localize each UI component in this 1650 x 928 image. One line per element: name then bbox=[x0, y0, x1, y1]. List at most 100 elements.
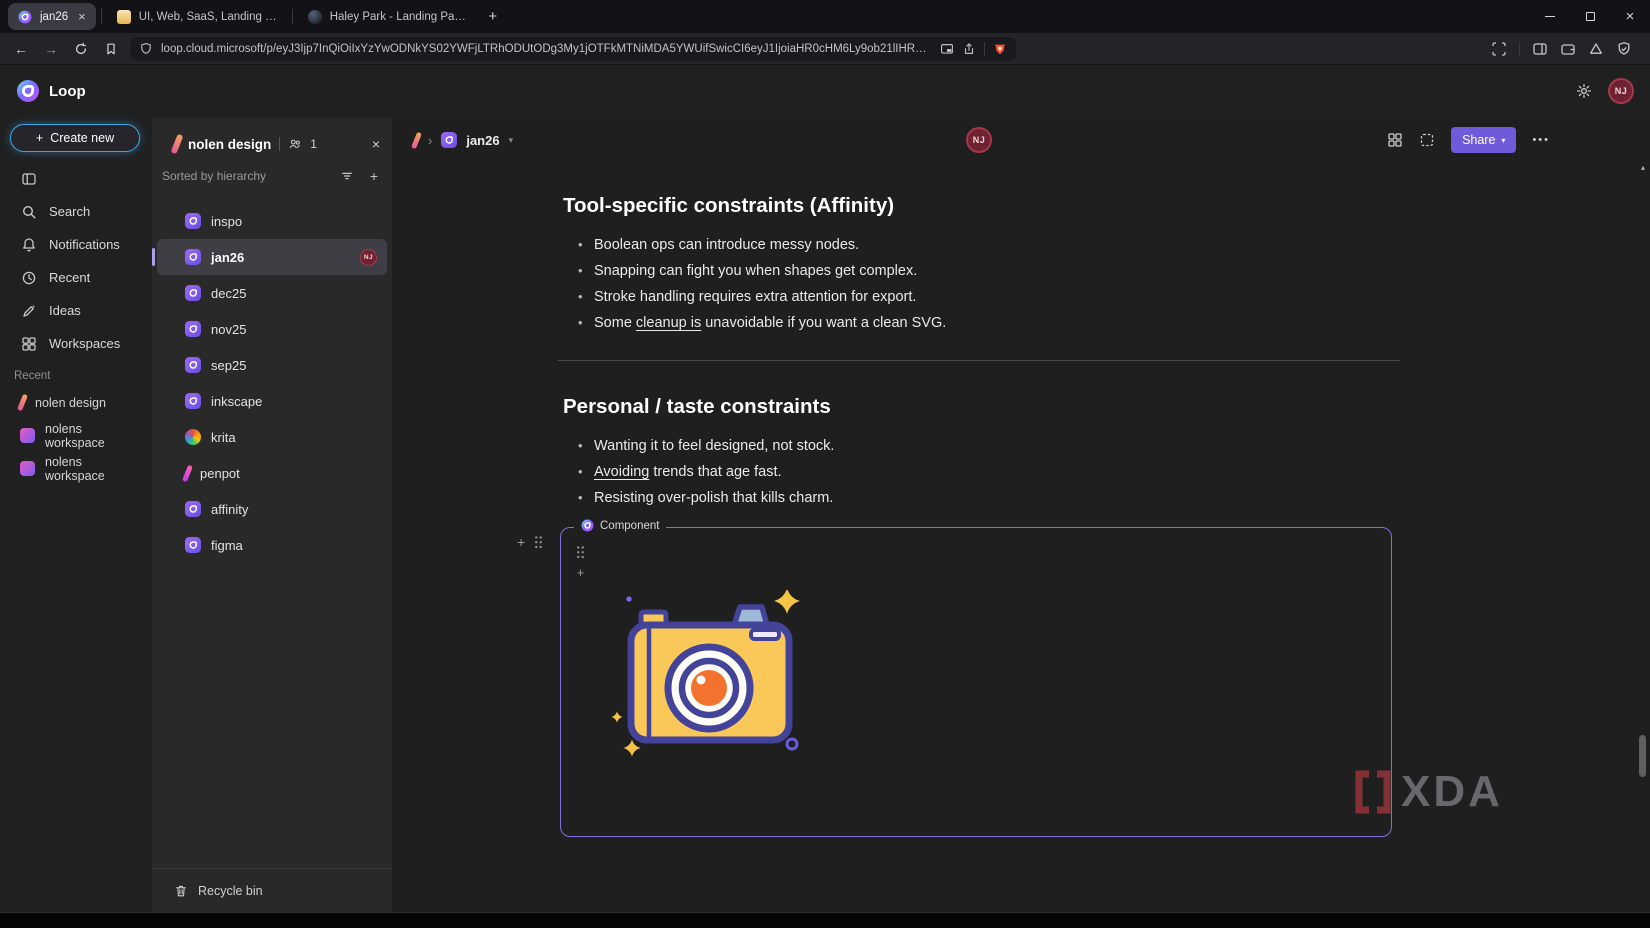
sidebar-toggle-icon[interactable] bbox=[1532, 41, 1548, 57]
sidebar-item-notifications[interactable]: Notifications bbox=[0, 228, 152, 261]
back-icon[interactable]: ← bbox=[10, 38, 32, 60]
component-label[interactable]: Component bbox=[574, 519, 666, 532]
brush-icon[interactable] bbox=[411, 131, 422, 149]
bullet-item: Stroke handling requires extra attention… bbox=[563, 284, 1400, 310]
page-row-figma[interactable]: figma bbox=[157, 527, 387, 563]
brave-shields-icon[interactable] bbox=[993, 42, 1007, 56]
bullet-item: Wanting it to feel designed, not stock. bbox=[563, 433, 1400, 459]
frame-select-icon[interactable] bbox=[1419, 132, 1435, 148]
page-name: nov25 bbox=[211, 322, 246, 337]
scroll-up-icon[interactable]: ▴ bbox=[1636, 163, 1650, 172]
page-row-nov25[interactable]: nov25 bbox=[157, 311, 387, 347]
members-icon[interactable] bbox=[288, 137, 302, 151]
page-row-sep25[interactable]: sep25 bbox=[157, 347, 387, 383]
minimize-button[interactable] bbox=[1530, 0, 1570, 33]
sidebar-item-search[interactable]: Search bbox=[0, 195, 152, 228]
workspace-title: nolen design bbox=[188, 137, 271, 152]
bookmark-favicon-icon bbox=[117, 10, 131, 24]
wallet-icon[interactable] bbox=[1560, 41, 1576, 57]
workspace-panel: nolen design 1 × Sorted by hierarchy + bbox=[152, 117, 392, 912]
presence-avatar: NJ bbox=[360, 249, 377, 266]
forward-icon[interactable]: → bbox=[40, 38, 62, 60]
screenshot-icon[interactable] bbox=[1491, 41, 1507, 57]
url-bar[interactable]: loop.cloud.microsoft/p/eyJ3Ijp7InQiOiIxY… bbox=[130, 37, 1016, 61]
recent-item-nolen-design[interactable]: nolen design bbox=[0, 386, 152, 419]
bullet-text: trends that age fast. bbox=[649, 464, 781, 480]
share-page-icon[interactable] bbox=[962, 42, 976, 56]
page-row-penpot[interactable]: penpot bbox=[157, 455, 387, 491]
loop-page-icon bbox=[185, 321, 201, 337]
insert-plus-icon[interactable]: + bbox=[577, 566, 585, 579]
recycle-bin-button[interactable]: Recycle bin bbox=[152, 868, 392, 912]
plus-icon: + bbox=[36, 131, 43, 145]
page-row-inkscape[interactable]: inkscape bbox=[157, 383, 387, 419]
vertical-scrollbar[interactable]: ▴ bbox=[1636, 163, 1650, 912]
new-tab-button[interactable]: + bbox=[480, 4, 506, 30]
member-count: 1 bbox=[310, 137, 317, 151]
user-avatar[interactable]: NJ bbox=[1608, 78, 1634, 104]
vpn-shield-icon[interactable] bbox=[1616, 41, 1632, 57]
tab-haley-park[interactable]: Haley Park - Landing Page Design | L bbox=[298, 3, 478, 30]
page-row-krita[interactable]: krita bbox=[157, 419, 387, 455]
scrollbar-thumb[interactable] bbox=[1639, 735, 1646, 777]
close-window-button[interactable]: × bbox=[1610, 0, 1650, 33]
sidebar-item-recent[interactable]: Recent bbox=[0, 261, 152, 294]
bell-icon bbox=[21, 237, 37, 253]
add-page-icon[interactable]: + bbox=[370, 168, 378, 184]
page-row-dec25[interactable]: dec25 bbox=[157, 275, 387, 311]
recent-item-label: nolens workspace bbox=[45, 422, 144, 450]
component-block[interactable]: Component + + bbox=[560, 527, 1392, 837]
recent-section-label: Recent bbox=[0, 360, 152, 386]
url-text[interactable]: loop.cloud.microsoft/p/eyJ3Ijp7InQiOiIxY… bbox=[161, 43, 932, 55]
search-icon bbox=[21, 204, 37, 220]
insert-plus-icon[interactable]: + bbox=[517, 534, 525, 550]
site-permissions-icon[interactable] bbox=[139, 42, 153, 56]
tab-ui-web-saas[interactable]: UI, Web, SaaS, Landing Page & Mobi bbox=[107, 3, 287, 30]
tab-close-icon[interactable]: × bbox=[78, 9, 86, 24]
filter-icon[interactable] bbox=[340, 169, 354, 183]
apps-grid-icon[interactable] bbox=[1387, 132, 1403, 148]
page-row-inspo[interactable]: inspo bbox=[157, 203, 387, 239]
screen: jan26 × UI, Web, SaaS, Landing Page & Mo… bbox=[0, 0, 1650, 928]
page-row-jan26[interactable]: jan26 NJ bbox=[157, 239, 387, 275]
breadcrumb-page-title[interactable]: jan26 bbox=[466, 133, 499, 148]
underlined-text[interactable]: Avoiding bbox=[594, 464, 649, 480]
rewards-triangle-icon[interactable] bbox=[1588, 41, 1604, 57]
reload-icon[interactable] bbox=[70, 38, 92, 60]
drag-handle-icon[interactable] bbox=[534, 535, 543, 549]
sort-row: Sorted by hierarchy + bbox=[152, 161, 392, 191]
bullet-item: Avoiding trends that age fast. bbox=[563, 459, 1400, 485]
browser-toolbar: ← → loop.cloud.microsoft/p/eyJ3Ijp7InQiO… bbox=[0, 33, 1650, 65]
underlined-text[interactable]: cleanup is bbox=[636, 315, 701, 331]
share-button[interactable]: Share ▾ bbox=[1451, 127, 1516, 153]
maximize-button[interactable] bbox=[1570, 0, 1610, 33]
bullet-item: Some cleanup is unavoidable if you want … bbox=[563, 310, 1400, 336]
bullet-text: Some bbox=[594, 315, 636, 331]
tab-jan26[interactable]: jan26 × bbox=[8, 3, 96, 30]
bookmarks-icon[interactable] bbox=[100, 38, 122, 60]
drag-handle-icon[interactable] bbox=[576, 545, 585, 559]
presence-avatar[interactable]: NJ bbox=[966, 127, 992, 153]
loop-logo-icon[interactable] bbox=[16, 79, 40, 103]
site-favicon-icon bbox=[308, 10, 322, 24]
page-row-affinity[interactable]: affinity bbox=[157, 491, 387, 527]
section-heading: Personal / taste constraints bbox=[563, 395, 1400, 419]
loop-page-icon bbox=[185, 357, 201, 373]
more-options-icon[interactable]: ••• bbox=[1532, 134, 1550, 146]
sidebar-item-label: Ideas bbox=[49, 303, 81, 318]
create-new-button[interactable]: + Create new bbox=[10, 124, 140, 152]
xda-bracket-icon bbox=[1352, 769, 1394, 815]
app-title: Loop bbox=[49, 83, 86, 100]
loop-page-icon bbox=[185, 393, 201, 409]
close-panel-icon[interactable]: × bbox=[372, 136, 380, 152]
pen-sparkle-icon bbox=[21, 303, 37, 319]
recent-item-workspace-2[interactable]: nolens workspace bbox=[0, 452, 152, 485]
sidebar-item-board[interactable] bbox=[0, 162, 152, 195]
sidebar-item-workspaces[interactable]: Workspaces bbox=[0, 327, 152, 360]
chevron-down-icon[interactable]: ▾ bbox=[509, 135, 514, 146]
picture-in-picture-icon[interactable] bbox=[940, 42, 954, 56]
camera-illustration bbox=[609, 590, 801, 765]
recent-item-workspace-1[interactable]: nolens workspace bbox=[0, 419, 152, 452]
settings-gear-icon[interactable] bbox=[1576, 83, 1592, 99]
sidebar-item-ideas[interactable]: Ideas bbox=[0, 294, 152, 327]
